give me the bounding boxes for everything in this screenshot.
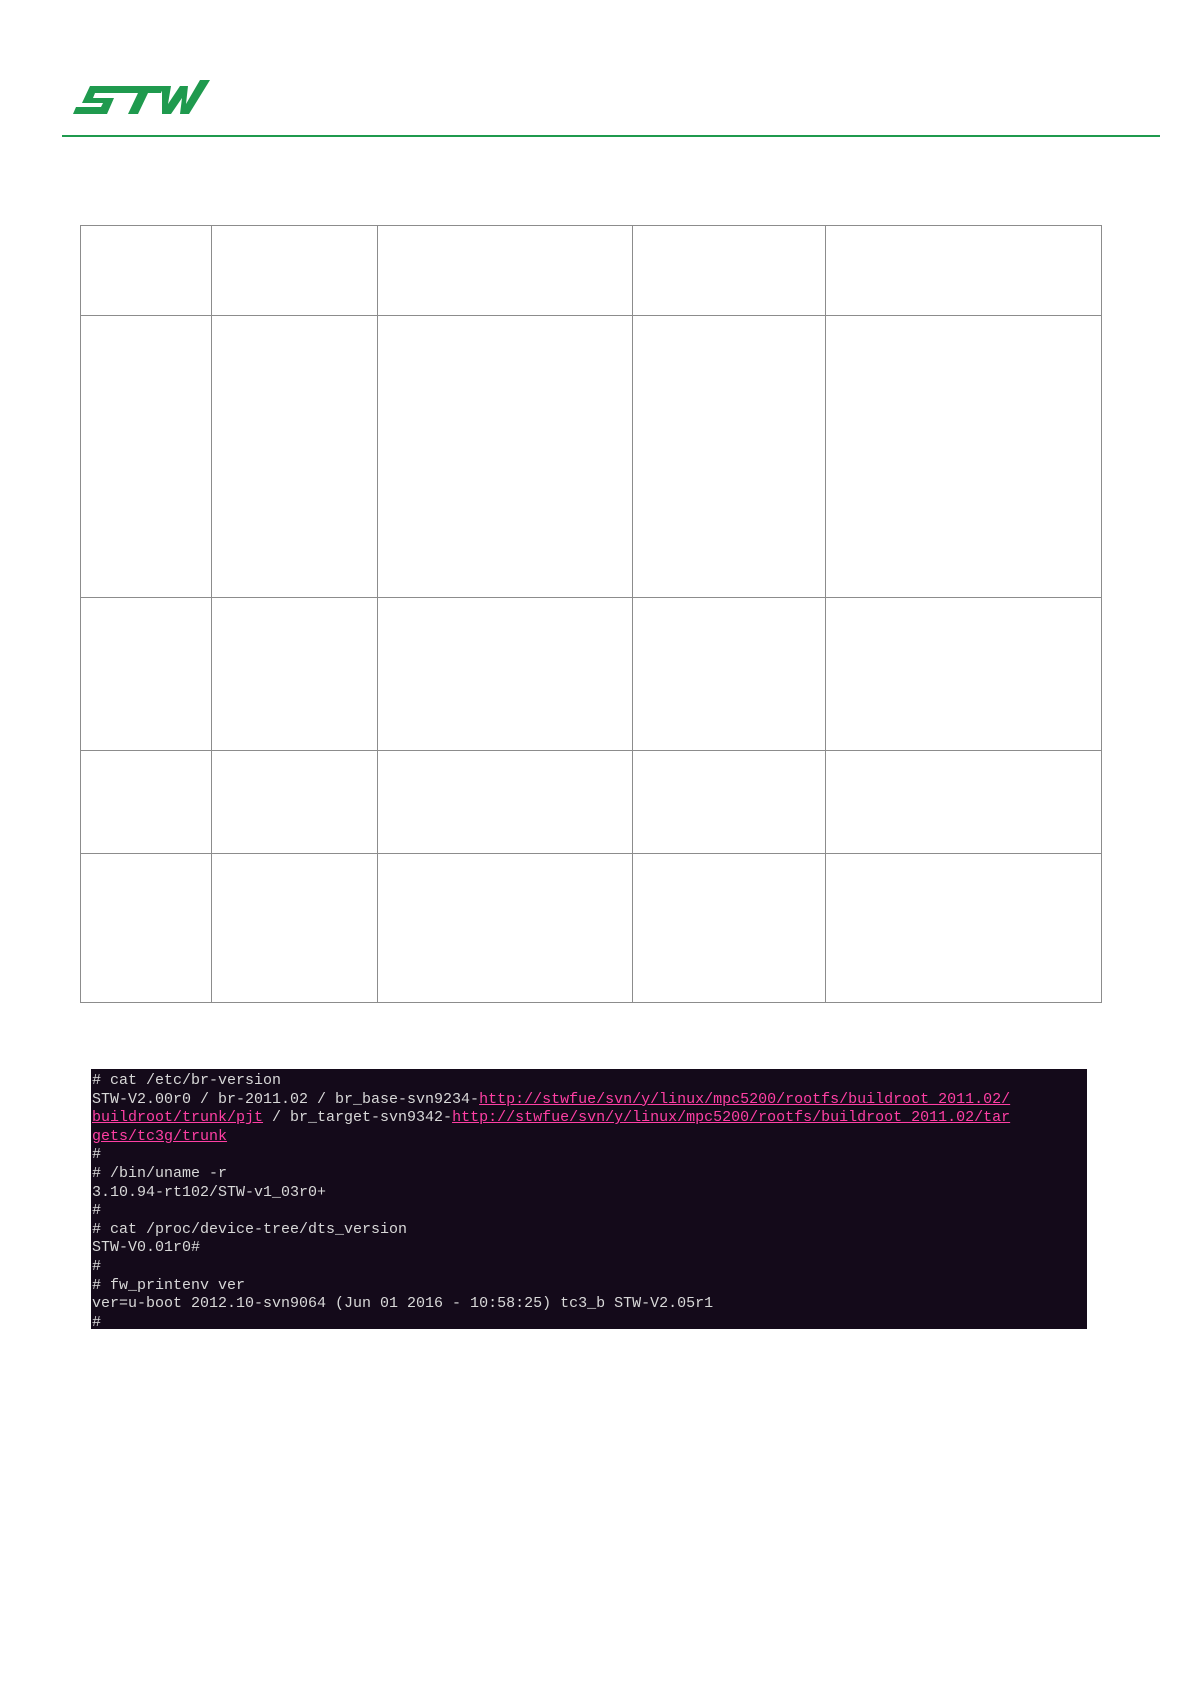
- terminal-line: STW-V2.00r0 / br-2011.02 / br_base-svn92…: [92, 1091, 1087, 1110]
- table-cell: [211, 315, 378, 598]
- terminal-output: # cat /etc/br-version STW-V2.00r0 / br-20…: [91, 1069, 1087, 1329]
- table-cell: [825, 597, 1102, 751]
- table-cell: [80, 225, 212, 316]
- terminal-line: buildroot/trunk/pjt / br_target-svn9342-…: [92, 1109, 1087, 1128]
- table-row: [80, 597, 1102, 751]
- table-cell: [632, 225, 826, 316]
- terminal-line: # cat /proc/device-tree/dts_version: [92, 1221, 1087, 1240]
- table-row: [80, 225, 1102, 316]
- terminal-line: #: [92, 1258, 1087, 1277]
- header-rule: [62, 135, 1160, 137]
- terminal-line: #: [92, 1202, 1087, 1221]
- terminal-text: ver=u-boot 2012.10-svn9064 (Jun 01 2016 …: [92, 1295, 714, 1313]
- table-cell: [211, 225, 378, 316]
- terminal-text: #: [92, 1257, 102, 1275]
- table-cell: [377, 315, 633, 598]
- terminal-text: #: [92, 1313, 102, 1329]
- table-cell: [825, 315, 1102, 598]
- table-cell: [377, 597, 633, 751]
- table-row: [80, 315, 1102, 598]
- terminal-text: # cat /etc/br-version: [92, 1072, 282, 1089]
- table-cell: [377, 225, 633, 316]
- table-cell: [377, 750, 633, 854]
- table-cell: [825, 750, 1102, 854]
- table-cell: [211, 597, 378, 751]
- terminal-text: # fw_printenv ver: [92, 1276, 246, 1294]
- table-cell: [211, 853, 378, 1003]
- table-cell: [632, 750, 826, 854]
- terminal-text: 3.10.94-rt102/STW-v1_03r0+: [92, 1183, 327, 1201]
- table-cell: [632, 597, 826, 751]
- table-cell: [80, 597, 212, 751]
- terminal-line: # /bin/uname -r: [92, 1165, 1087, 1184]
- stw-logo: [73, 80, 210, 114]
- terminal-line: 3.10.94-rt102/STW-v1_03r0+: [92, 1184, 1087, 1203]
- table-cell: [80, 853, 212, 1003]
- table-cell: [825, 225, 1102, 316]
- terminal-text: / br_target-svn9342-: [263, 1109, 453, 1127]
- terminal-link[interactable]: gets/tc3g/trunk: [92, 1128, 227, 1145]
- terminal-link[interactable]: http://stwfue/svn/y/linux/mpc5200/rootfs…: [452, 1109, 1010, 1126]
- table-cell: [825, 853, 1102, 1003]
- terminal-line: # fw_printenv ver: [92, 1277, 1087, 1296]
- terminal-line: ver=u-boot 2012.10-svn9064 (Jun 01 2016 …: [92, 1295, 1087, 1314]
- terminal-line: # cat /etc/br-version: [92, 1072, 1087, 1091]
- terminal-text: #: [92, 1146, 102, 1164]
- terminal-text: # /bin/uname -r: [92, 1164, 228, 1182]
- table-row: [80, 853, 1102, 1003]
- table-row: [80, 750, 1102, 854]
- terminal-link[interactable]: http://stwfue/svn/y/linux/mpc5200/rootfs…: [479, 1091, 1010, 1108]
- terminal-line: gets/tc3g/trunk: [92, 1128, 1087, 1147]
- empty-table: [80, 225, 1102, 1003]
- terminal-text: #: [92, 1202, 102, 1220]
- terminal-text: STW-V0.01r0#: [92, 1239, 201, 1257]
- terminal-line: #: [92, 1314, 1087, 1329]
- terminal-line: #: [92, 1146, 1087, 1165]
- table-cell: [377, 853, 633, 1003]
- table-cell: [80, 750, 212, 854]
- terminal-link[interactable]: buildroot/trunk/pjt: [92, 1109, 263, 1126]
- table-cell: [80, 315, 212, 598]
- table-cell: [632, 315, 826, 598]
- terminal-line: STW-V0.01r0#: [92, 1239, 1087, 1258]
- table-cell: [211, 750, 378, 854]
- table-cell: [632, 853, 826, 1003]
- terminal-text: # cat /proc/device-tree/dts_version: [92, 1220, 408, 1238]
- terminal-text: STW-V2.00r0 / br-2011.02 / br_base-svn92…: [92, 1090, 480, 1108]
